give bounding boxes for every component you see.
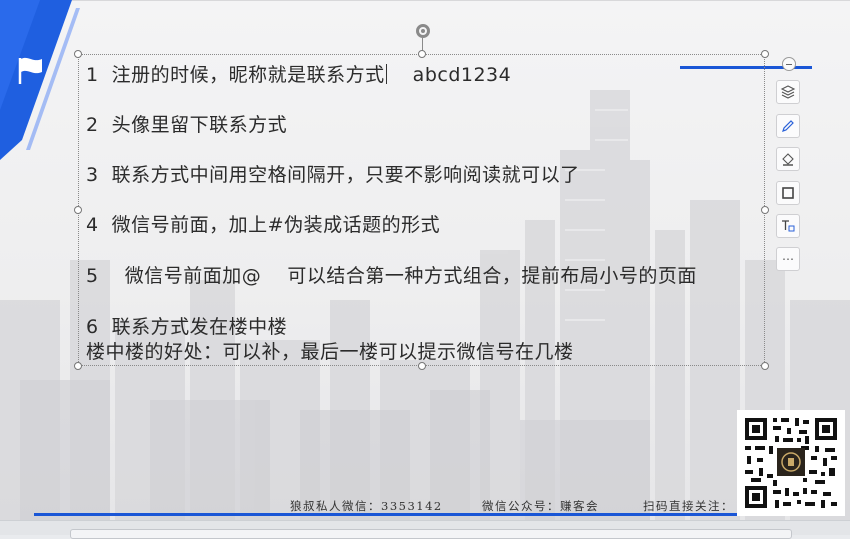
- border-button[interactable]: [776, 181, 800, 205]
- footer-scan-label: 扫码直接关注：: [643, 499, 734, 513]
- slide-canvas[interactable]: 1 注册的时候，昵称就是联系方式 abcd1234 2 头像里留下联系方式 3 联…: [0, 0, 850, 520]
- resize-handle-top[interactable]: [418, 50, 426, 58]
- pen-icon: [782, 120, 794, 132]
- slide-top-border: [0, 0, 850, 1]
- text-line-6[interactable]: 6 联系方式发在楼中楼: [86, 312, 287, 339]
- resize-handle-bottom-left[interactable]: [74, 362, 82, 370]
- resize-handle-top-right[interactable]: [761, 50, 769, 58]
- more-button[interactable]: ⋯: [776, 247, 800, 271]
- text-format-icon: [782, 220, 795, 232]
- footer-official-account: 微信公众号：赚客会: [482, 499, 599, 513]
- text-caret: [385, 64, 387, 84]
- horizontal-scrollbar[interactable]: [70, 529, 792, 539]
- resize-handle-bottom-right[interactable]: [761, 362, 769, 370]
- text-line-2[interactable]: 2 头像里留下联系方式: [86, 110, 287, 137]
- toolbar-collapse-button[interactable]: [782, 57, 796, 71]
- text-line-3[interactable]: 3 联系方式中间用空格间隔开，只要不影响阅读就可以了: [86, 160, 580, 187]
- text-line-1-content: 1 注册的时候，昵称就是联系方式: [86, 64, 385, 86]
- footer-wechat: 狼叔私人微信：3353142: [290, 499, 443, 513]
- text-line-4[interactable]: 4 微信号前面，加上#伪装成话题的形式: [86, 210, 440, 237]
- rotate-handle[interactable]: [416, 24, 430, 38]
- border-icon: [782, 187, 794, 199]
- more-icon: ⋯: [782, 252, 794, 266]
- resize-handle-left[interactable]: [74, 206, 82, 214]
- resize-handle-top-left[interactable]: [74, 50, 82, 58]
- resize-handle-right[interactable]: [761, 206, 769, 214]
- qr-code-image: [737, 410, 845, 516]
- text-line-1[interactable]: 1 注册的时候，昵称就是联系方式 abcd1234: [86, 60, 511, 87]
- layers-icon: [780, 85, 796, 99]
- flag-corner-icon: [0, 0, 80, 160]
- text-line-1-example: abcd1234: [412, 64, 512, 86]
- layers-button[interactable]: [776, 80, 800, 104]
- text-format-button[interactable]: [776, 214, 800, 238]
- text-line-7[interactable]: 楼中楼的好处：可以补，最后一楼可以提示微信号在几楼: [86, 337, 574, 364]
- window-bottom-bar: [0, 520, 850, 539]
- pen-button[interactable]: [776, 114, 800, 138]
- text-line-5[interactable]: 5 微信号前面加@ 可以结合第一种方式组合，提前布局小号的页面: [86, 261, 697, 288]
- fill-button[interactable]: [776, 147, 800, 171]
- fill-icon: [782, 153, 794, 166]
